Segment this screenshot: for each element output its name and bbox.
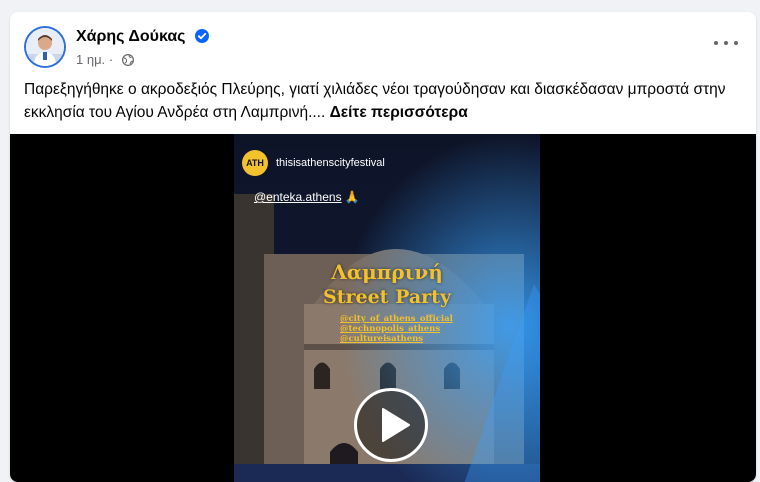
meta-separator: · <box>108 52 114 67</box>
tag-item: @city_of_athens_official <box>340 314 453 324</box>
globe-icon[interactable] <box>121 53 134 69</box>
post-meta: 1 ημ. · <box>76 52 134 69</box>
post-text: Παρεξηγήθηκε ο ακροδεξιός Πλεύρης, γιατί… <box>24 78 744 124</box>
play-icon <box>382 408 410 442</box>
author-name[interactable]: Χάρης Δούκας <box>76 28 209 48</box>
instagram-handle: thisisathenscityfestival <box>276 157 385 169</box>
avatar-photo <box>26 28 64 66</box>
praying-hands-emoji: 🙏 <box>344 190 360 204</box>
more-options-icon[interactable] <box>714 36 738 50</box>
instagram-header: ATH thisisathenscityfestival <box>242 150 385 176</box>
post-card: Χάρης Δούκας 1 ημ. · Παρεξηγήθηκε ο ακρο… <box>10 12 756 482</box>
mention-tag: @enteka.athens 🙏 <box>254 190 360 204</box>
author-name-text[interactable]: Χάρης Δούκας <box>76 28 185 45</box>
festival-logo: ATH <box>242 150 268 176</box>
video-tags: @city_of_athens_official @technopolis_at… <box>340 314 453 344</box>
headline-line-1: Λαμπρινή <box>331 260 443 284</box>
verified-badge-icon <box>194 29 209 48</box>
post-timestamp[interactable]: 1 ημ. <box>76 52 105 67</box>
play-button[interactable] <box>354 388 428 462</box>
headline-line-2: Street Party <box>323 286 451 308</box>
video-player[interactable]: ATH thisisathenscityfestival @enteka.ath… <box>10 134 756 482</box>
mention-handle: @enteka.athens <box>254 190 342 204</box>
see-more-link[interactable]: Δείτε περισσότερα <box>330 104 468 121</box>
video-frame: ATH thisisathenscityfestival @enteka.ath… <box>234 134 540 482</box>
avatar[interactable] <box>24 26 66 68</box>
tag-item: @cultureisathens <box>340 334 424 344</box>
tag-item: @technopolis_athens <box>340 324 441 334</box>
